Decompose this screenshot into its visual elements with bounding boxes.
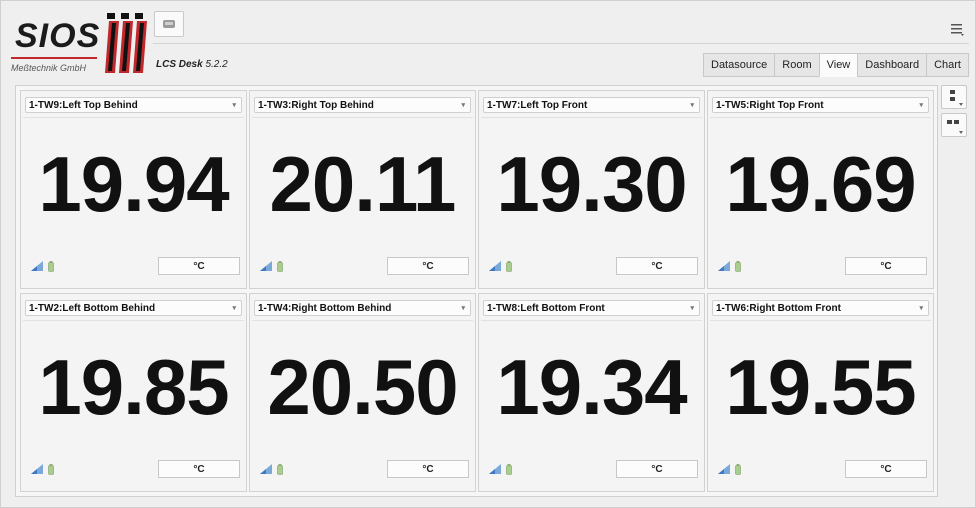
- temperature-value: 19.85: [38, 343, 229, 431]
- chevron-down-icon: ▾: [690, 305, 694, 312]
- battery-icon: [506, 464, 512, 475]
- sios-logo: SIOS Meßtechnik GmbH: [9, 11, 149, 73]
- temperature-value: 20.11: [269, 140, 457, 228]
- sensor-select[interactable]: 1-TW6:Right Bottom Front ▾: [712, 300, 929, 316]
- unit-field[interactable]: °C: [387, 257, 469, 275]
- sensor-panel: 1-TW6:Right Bottom Front ▾ 19.55 °C: [707, 293, 934, 492]
- sensor-panel: 1-TW2:Left Bottom Behind ▾ 19.85 °C: [20, 293, 247, 492]
- battery-icon: [48, 261, 54, 272]
- layout-grid-button[interactable]: [941, 113, 967, 137]
- temperature-value: 19.30: [496, 140, 687, 228]
- sensor-name: 1-TW6:Right Bottom Front: [716, 303, 841, 314]
- sensor-name: 1-TW7:Left Top Front: [487, 100, 588, 111]
- temperature-value: 19.34: [496, 343, 687, 431]
- panel-divider: [252, 117, 473, 118]
- app-name: LCS Desk: [156, 59, 203, 70]
- logo-bars-icon: [105, 13, 147, 73]
- sensor-panel: 1-TW4:Right Bottom Behind ▾ 20.50 °C: [249, 293, 476, 492]
- sensor-grid: 1-TW9:Left Top Behind ▾ 19.94 °C 1-TW3:R…: [20, 90, 935, 493]
- battery-icon: [277, 261, 283, 272]
- unit-field[interactable]: °C: [387, 460, 469, 478]
- signal-strength-icon: [489, 261, 501, 271]
- sensor-name: 1-TW3:Right Top Behind: [258, 100, 374, 111]
- app-version: 5.2.2: [205, 59, 228, 70]
- temperature-value: 19.69: [725, 140, 916, 228]
- chevron-down-icon: ▾: [232, 102, 236, 109]
- unit-field[interactable]: °C: [158, 257, 240, 275]
- unit-field[interactable]: °C: [616, 460, 698, 478]
- sensor-panel: 1-TW7:Left Top Front ▾ 19.30 °C: [478, 90, 705, 289]
- sensor-panel: 1-TW9:Left Top Behind ▾ 19.94 °C: [20, 90, 247, 289]
- panel-divider: [481, 117, 702, 118]
- sensor-panel: 1-TW8:Left Bottom Front ▾ 19.34 °C: [478, 293, 705, 492]
- tab-chart[interactable]: Chart: [926, 53, 969, 77]
- signal-strength-icon: [31, 464, 43, 474]
- menu-button[interactable]: [947, 19, 967, 39]
- sensor-name: 1-TW8:Left Bottom Front: [487, 303, 605, 314]
- app-window: SIOS Meßtechnik GmbH LCS Desk 5.2.2 Data…: [0, 0, 976, 508]
- layout-grid-icon: [947, 120, 963, 134]
- sensor-name: 1-TW2:Left Bottom Behind: [29, 303, 156, 314]
- sensor-name: 1-TW4:Right Bottom Behind: [258, 303, 392, 314]
- sensor-panel: 1-TW3:Right Top Behind ▾ 20.11 °C: [249, 90, 476, 289]
- sensor-select[interactable]: 1-TW9:Left Top Behind ▾: [25, 97, 242, 113]
- sensor-select[interactable]: 1-TW8:Left Bottom Front ▾: [483, 300, 700, 316]
- tab-room[interactable]: Room: [774, 53, 819, 77]
- layout-single-button[interactable]: [941, 85, 967, 109]
- battery-icon: [506, 261, 512, 272]
- sensor-view-area: 1-TW9:Left Top Behind ▾ 19.94 °C 1-TW3:R…: [15, 85, 938, 497]
- chevron-down-icon: ▾: [461, 305, 465, 312]
- battery-icon: [277, 464, 283, 475]
- unit-field[interactable]: °C: [845, 257, 927, 275]
- chevron-down-icon: ▾: [461, 102, 465, 109]
- panel-divider: [23, 117, 244, 118]
- temperature-value: 20.50: [267, 343, 458, 431]
- sensor-select[interactable]: 1-TW5:Right Top Front ▾: [712, 97, 929, 113]
- signal-strength-icon: [31, 261, 43, 271]
- chevron-down-icon: ▾: [919, 102, 923, 109]
- panel-divider: [710, 320, 931, 321]
- logo-underline: [11, 57, 97, 59]
- tab-view[interactable]: View: [818, 53, 858, 77]
- tab-bar: Datasource Room View Dashboard Chart: [703, 53, 969, 77]
- hamburger-menu-icon: [951, 24, 964, 36]
- panel-divider: [23, 320, 244, 321]
- sensor-select[interactable]: 1-TW2:Left Bottom Behind ▾: [25, 300, 242, 316]
- chevron-down-icon: ▾: [690, 102, 694, 109]
- sensor-name: 1-TW5:Right Top Front: [716, 100, 824, 111]
- signal-strength-icon: [260, 464, 272, 474]
- signal-strength-icon: [260, 261, 272, 271]
- unit-field[interactable]: °C: [845, 460, 927, 478]
- signal-strength-icon: [718, 464, 730, 474]
- header-divider: [153, 43, 969, 44]
- chevron-down-icon: ▾: [232, 305, 236, 312]
- panel-divider: [481, 320, 702, 321]
- sensor-select[interactable]: 1-TW3:Right Top Behind ▾: [254, 97, 471, 113]
- unit-field[interactable]: °C: [616, 257, 698, 275]
- company-name: Meßtechnik GmbH: [11, 63, 87, 73]
- sensor-select[interactable]: 1-TW7:Left Top Front ▾: [483, 97, 700, 113]
- app-title: LCS Desk 5.2.2: [156, 59, 228, 70]
- temperature-value: 19.55: [725, 343, 916, 431]
- layout-single-icon: [950, 90, 963, 106]
- panel-divider: [252, 320, 473, 321]
- unit-field[interactable]: °C: [158, 460, 240, 478]
- tab-dashboard[interactable]: Dashboard: [857, 53, 927, 77]
- signal-strength-icon: [718, 261, 730, 271]
- temperature-value: 19.94: [38, 140, 229, 228]
- tab-datasource[interactable]: Datasource: [703, 53, 775, 77]
- sensor-name: 1-TW9:Left Top Behind: [29, 100, 138, 111]
- chevron-down-icon: ▾: [919, 305, 923, 312]
- battery-icon: [735, 464, 741, 475]
- battery-icon: [735, 261, 741, 272]
- signal-strength-icon: [489, 464, 501, 474]
- battery-icon: [48, 464, 54, 475]
- sensor-panel: 1-TW5:Right Top Front ▾ 19.69 °C: [707, 90, 934, 289]
- device-icon: [163, 20, 175, 28]
- logo-text: SIOS: [15, 17, 101, 55]
- sensor-select[interactable]: 1-TW4:Right Bottom Behind ▾: [254, 300, 471, 316]
- device-button[interactable]: [154, 11, 184, 37]
- panel-divider: [710, 117, 931, 118]
